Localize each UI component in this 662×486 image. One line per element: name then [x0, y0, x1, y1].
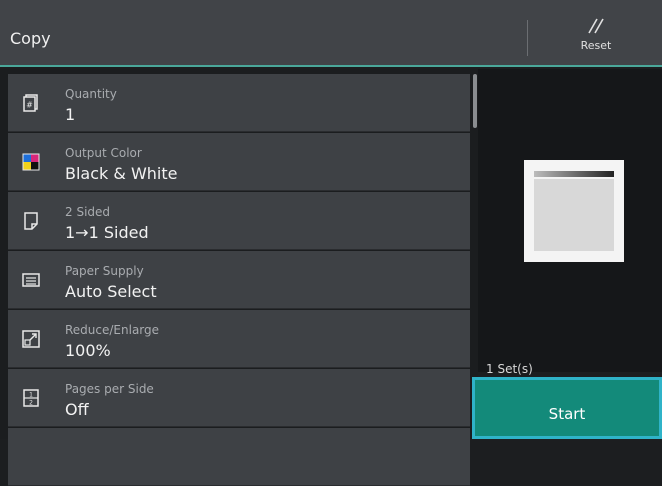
setting-value: Black & White: [65, 164, 178, 183]
reduce-enlarge-icon: [22, 330, 40, 348]
setting-next-partial[interactable]: [8, 428, 470, 486]
reset-icon: [588, 18, 604, 34]
page-title: Copy: [10, 29, 51, 48]
quantity-icon: #: [23, 94, 38, 112]
paper-supply-icon: [22, 273, 40, 287]
setting-quantity[interactable]: # Quantity 1: [8, 74, 470, 132]
setting-label: Paper Supply: [65, 264, 144, 278]
document-preview: [524, 160, 624, 262]
reset-label: Reset: [580, 39, 612, 52]
preview-page: [534, 179, 614, 251]
pages-per-side-icon: 1 2: [23, 389, 39, 407]
setting-2-sided[interactable]: 2 Sided 1→1 Sided: [8, 192, 470, 250]
setting-value: Off: [65, 400, 89, 419]
setting-value: 100%: [65, 341, 111, 360]
setting-value: 1: [65, 105, 76, 124]
sets-count: 1 Set(s): [486, 362, 533, 376]
reset-button[interactable]: Reset: [560, 13, 632, 61]
svg-text:#: #: [26, 101, 33, 110]
output-color-icon: [22, 153, 40, 171]
header-divider: [527, 20, 528, 56]
setting-label: Reduce/Enlarge: [65, 323, 160, 337]
preview-gradient-bar: [534, 171, 614, 177]
two-sided-icon: [24, 212, 38, 230]
setting-label: Output Color: [65, 146, 142, 160]
setting-label: Quantity: [65, 87, 117, 101]
setting-value: Auto Select: [65, 282, 157, 301]
setting-label: Pages per Side: [65, 382, 154, 396]
start-button[interactable]: Start: [472, 377, 662, 439]
setting-pages-per-side[interactable]: 1 2 Pages per Side Off: [8, 369, 470, 427]
svg-text:1: 1: [29, 392, 33, 399]
setting-value: 1→1 Sided: [65, 223, 149, 242]
list-scrollbar[interactable]: [473, 74, 477, 128]
setting-paper-supply[interactable]: Paper Supply Auto Select: [8, 251, 470, 309]
setting-label: 2 Sided: [65, 205, 111, 219]
settings-list[interactable]: # Quantity 1 Output Color Black & White …: [0, 69, 478, 486]
svg-text:2: 2: [29, 400, 33, 407]
setting-reduce-enlarge[interactable]: Reduce/Enlarge 100%: [8, 310, 470, 368]
setting-output-color[interactable]: Output Color Black & White: [8, 133, 470, 191]
start-label: Start: [548, 405, 586, 423]
top-bar: Copy Reset: [0, 0, 662, 67]
